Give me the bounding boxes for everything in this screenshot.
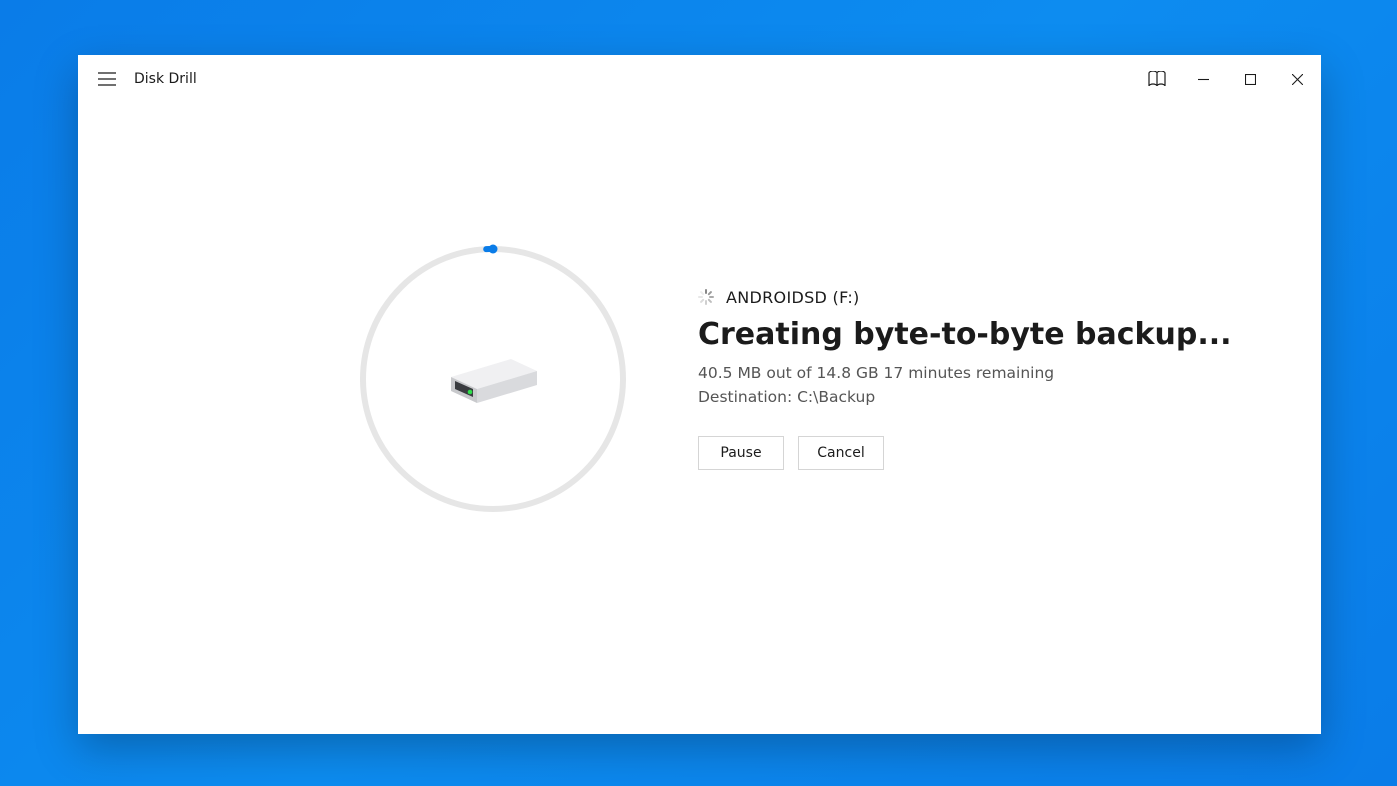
main-content: ANDROIDSD (F:) Creating byte-to-byte bac… bbox=[78, 103, 1321, 734]
operation-title: Creating byte-to-byte backup... bbox=[698, 317, 1232, 352]
progress-circle bbox=[358, 244, 628, 514]
menu-button[interactable] bbox=[90, 62, 124, 96]
action-buttons: Pause Cancel bbox=[698, 436, 1232, 470]
maximize-button[interactable] bbox=[1227, 55, 1274, 103]
app-window: Disk Drill bbox=[78, 55, 1321, 734]
progress-info: ANDROIDSD (F:) Creating byte-to-byte bac… bbox=[698, 288, 1232, 470]
help-button[interactable] bbox=[1133, 55, 1180, 103]
hamburger-icon bbox=[98, 72, 116, 86]
cancel-button[interactable]: Cancel bbox=[798, 436, 884, 470]
minimize-icon bbox=[1198, 74, 1209, 85]
book-icon bbox=[1148, 71, 1166, 87]
drive-name-label: ANDROIDSD (F:) bbox=[726, 288, 860, 307]
close-button[interactable] bbox=[1274, 55, 1321, 103]
progress-status-text: 40.5 MB out of 14.8 GB 17 minutes remain… bbox=[698, 364, 1232, 382]
pause-button[interactable]: Pause bbox=[698, 436, 784, 470]
drive-row: ANDROIDSD (F:) bbox=[698, 288, 1232, 307]
minimize-button[interactable] bbox=[1180, 55, 1227, 103]
app-title: Disk Drill bbox=[134, 71, 197, 87]
spinner-icon bbox=[698, 289, 714, 305]
close-icon bbox=[1292, 74, 1303, 85]
drive-icon bbox=[433, 339, 553, 419]
maximize-icon bbox=[1245, 74, 1256, 85]
destination-text: Destination: C:\Backup bbox=[698, 388, 1232, 406]
titlebar: Disk Drill bbox=[78, 55, 1321, 103]
